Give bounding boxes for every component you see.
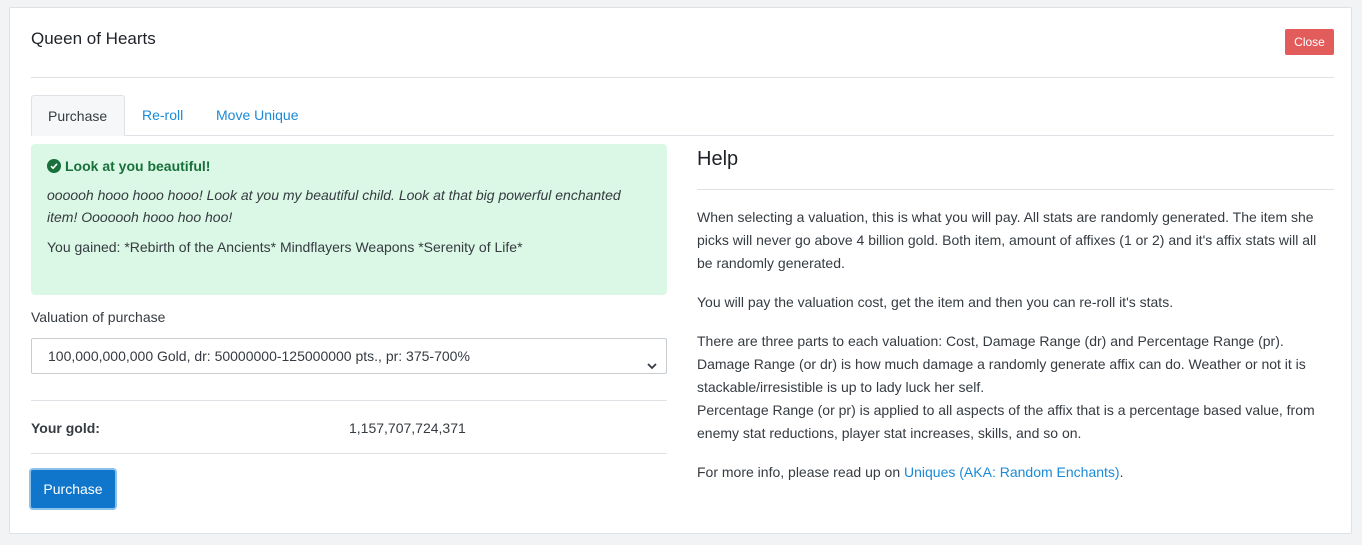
help-divider: [697, 189, 1334, 190]
valuation-selected-value: 100,000,000,000 Gold, dr: 50000000-12500…: [48, 348, 470, 364]
tab-re-roll[interactable]: Re-roll: [126, 95, 199, 135]
tab-purchase[interactable]: Purchase: [31, 95, 125, 136]
header-divider: [31, 77, 1334, 78]
gold-label: Your gold:: [31, 420, 100, 436]
success-alert: Look at you beautiful! oooooh hooo hooo …: [31, 144, 667, 295]
help-more-info-period: .: [1119, 464, 1124, 480]
form-divider-top: [31, 400, 667, 401]
help-paragraph-3-damage: Damage Range (or dr) is how much damage …: [697, 356, 1306, 395]
close-button[interactable]: Close: [1285, 29, 1334, 55]
help-paragraph-3-percentage: Percentage Range (or pr) is applied to a…: [697, 402, 1315, 441]
chevron-down-icon: [646, 350, 658, 384]
help-paragraph-3: There are three parts to each valuation:…: [697, 330, 1334, 445]
purchase-button[interactable]: Purchase: [31, 470, 115, 508]
check-circle-icon: [47, 159, 61, 173]
help-more-info-text: For more info, please read up on: [697, 464, 905, 480]
help-paragraph-2: You will pay the valuation cost, get the…: [697, 294, 1174, 310]
alert-gained-text: You gained: *Rebirth of the Ancients* Mi…: [47, 239, 523, 255]
tab-bar: Purchase Re-roll Move Unique: [31, 95, 1334, 136]
valuation-label: Valuation of purchase: [31, 309, 166, 325]
form-divider-bottom: [31, 453, 667, 454]
help-paragraph-1: When selecting a valuation, this is what…: [697, 209, 1317, 271]
help-paragraph-4: For more info, please read up on Uniques…: [697, 461, 1334, 484]
uniques-link[interactable]: Uniques (AKA: Random Enchants): [904, 464, 1120, 480]
tab-move-unique[interactable]: Move Unique: [200, 95, 315, 135]
help-title: Help: [697, 148, 739, 170]
alert-header: Look at you beautiful!: [47, 156, 651, 176]
help-body: When selecting a valuation, this is what…: [697, 206, 1334, 500]
modal: Queen of Hearts Close Purchase Re-roll M…: [9, 7, 1352, 534]
alert-title: Look at you beautiful!: [65, 158, 211, 174]
valuation-select[interactable]: 100,000,000,000 Gold, dr: 50000000-12500…: [31, 338, 667, 374]
alert-message: oooooh hooo hooo hooo! Look at you my be…: [47, 187, 621, 225]
gold-value: 1,157,707,724,371: [349, 420, 466, 436]
modal-title: Queen of Hearts: [31, 29, 156, 48]
help-paragraph-3-cost: There are three parts to each valuation:…: [697, 333, 1284, 349]
